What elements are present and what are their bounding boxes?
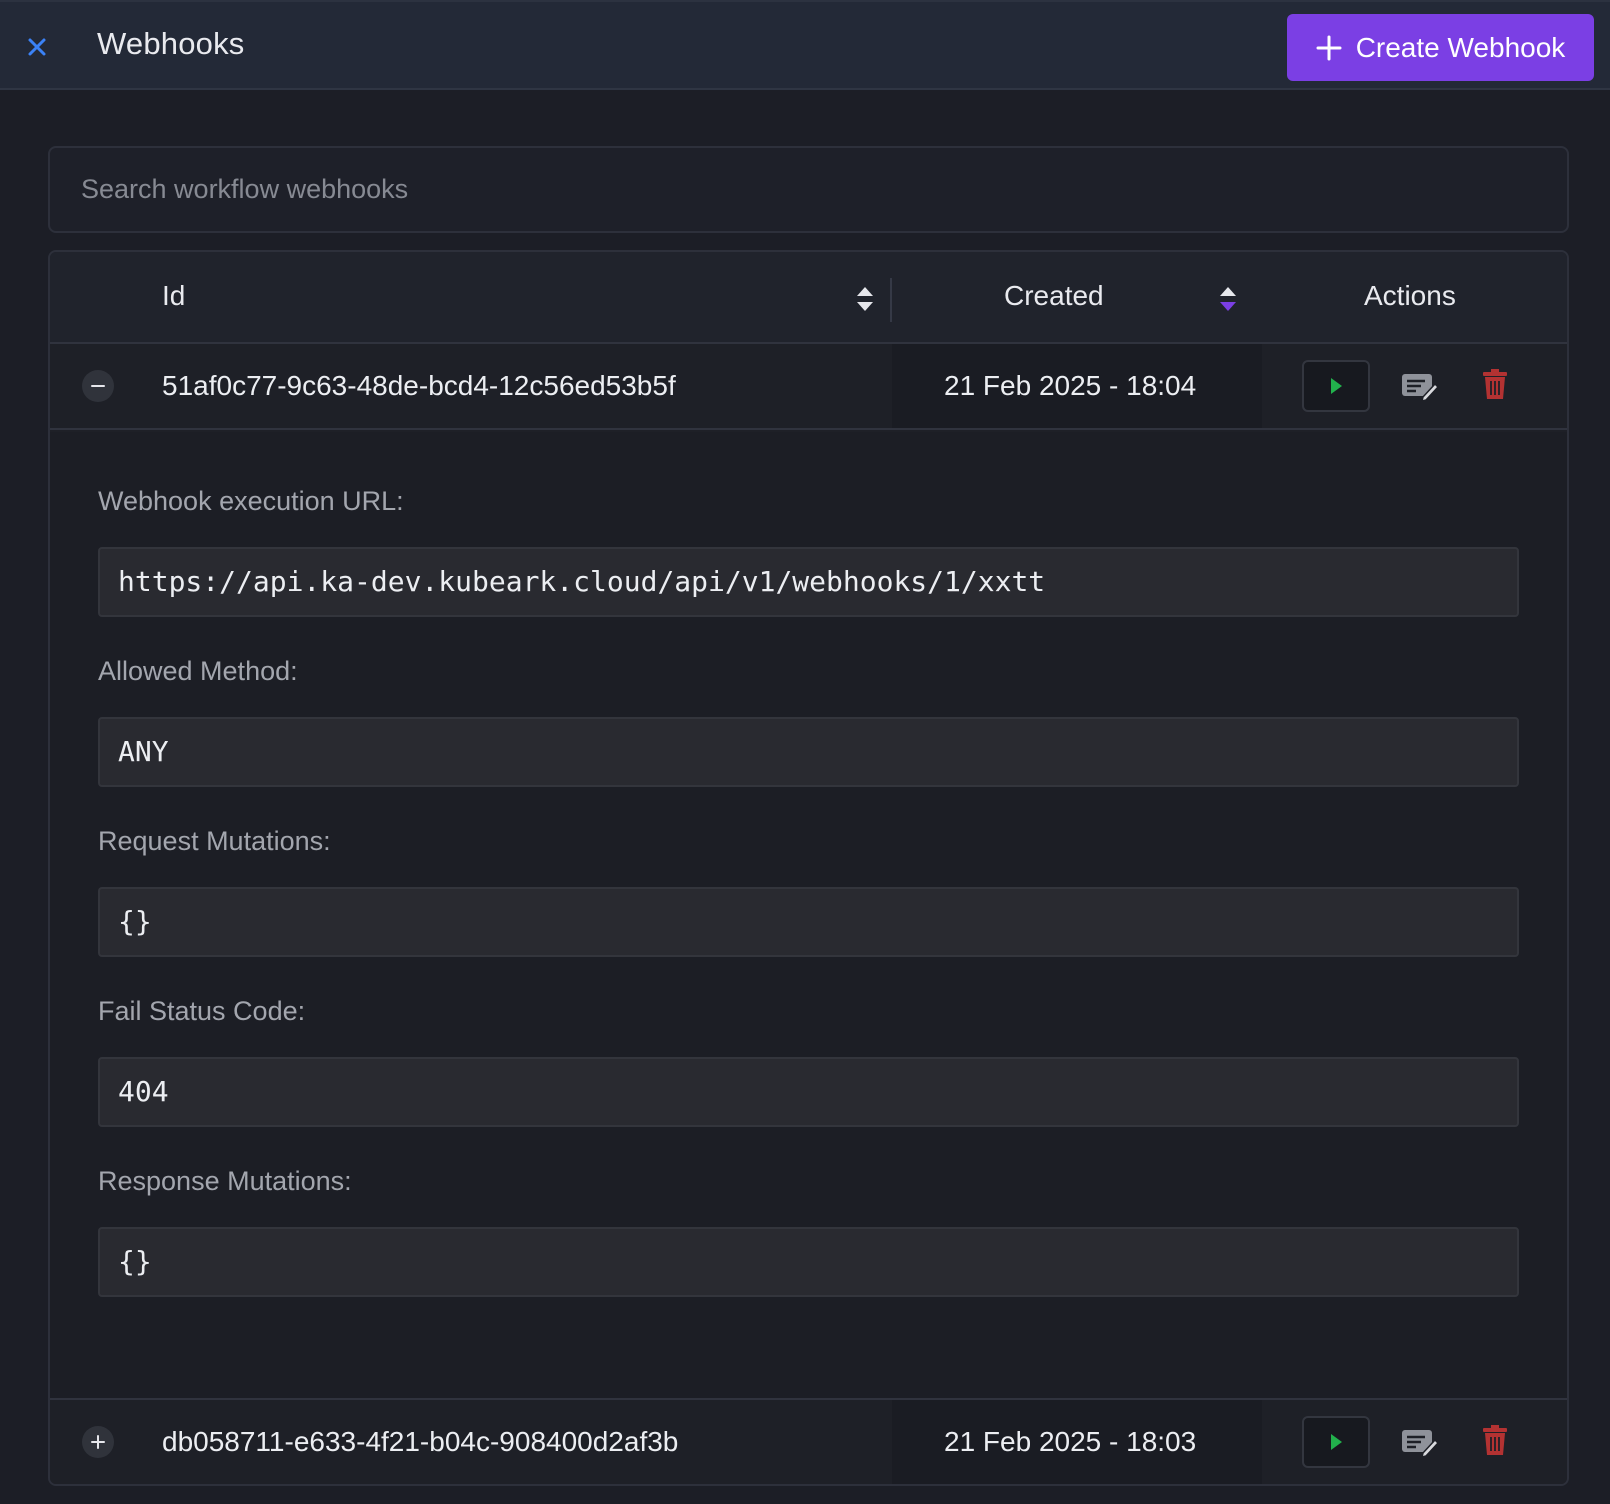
page-title: Webhooks <box>97 26 245 61</box>
request-mutations-label: Request Mutations: <box>98 826 331 856</box>
table-header: Id Created Actions <box>50 252 1567 344</box>
webhooks-table: Id Created Actions 51af0c77-9c63-48de-bc… <box>48 250 1569 1486</box>
webhook-id: 51af0c77-9c63-48de-bcd4-12c56ed53b5f <box>162 370 676 401</box>
request-mutations-field[interactable]: {} <box>98 887 1519 957</box>
edit-webhook-button[interactable] <box>1400 1424 1440 1460</box>
trash-icon <box>1483 369 1507 399</box>
column-header-created[interactable]: Created <box>1004 280 1104 312</box>
fail-status-field[interactable]: 404 <box>98 1057 1519 1127</box>
table-row: db058711-e633-4f21-b04c-908400d2af3b 21 … <box>50 1398 1567 1484</box>
plus-icon <box>1316 35 1342 60</box>
run-webhook-button[interactable] <box>1302 1416 1370 1468</box>
webhook-created: 21 Feb 2025 - 18:03 <box>944 1426 1197 1457</box>
column-divider <box>890 278 892 322</box>
response-mutations-field[interactable]: {} <box>98 1227 1519 1297</box>
request-mutations-value: {} <box>118 905 152 938</box>
column-header-id[interactable]: Id <box>162 280 185 312</box>
method-label: Allowed Method: <box>98 656 298 686</box>
close-icon <box>28 38 46 56</box>
trash-icon <box>1483 1425 1507 1455</box>
column-header-actions: Actions <box>1364 280 1456 311</box>
edit-icon <box>1402 1430 1439 1457</box>
search-box <box>48 146 1569 233</box>
method-value: ANY <box>118 735 169 768</box>
fail-status-label: Fail Status Code: <box>98 996 306 1026</box>
close-button[interactable] <box>22 32 52 62</box>
search-input[interactable] <box>50 148 1567 231</box>
fail-status-value: 404 <box>118 1075 169 1108</box>
run-webhook-button[interactable] <box>1302 360 1370 412</box>
response-mutations-value: {} <box>118 1245 152 1278</box>
method-field[interactable]: ANY <box>98 717 1519 787</box>
edit-icon <box>1402 374 1439 401</box>
create-webhook-label: Create Webhook <box>1355 31 1566 63</box>
sort-icon[interactable] <box>1218 284 1238 314</box>
expand-row-button[interactable] <box>82 1426 114 1458</box>
table-row: 51af0c77-9c63-48de-bcd4-12c56ed53b5f 21 … <box>50 344 1567 430</box>
collapse-row-button[interactable] <box>82 370 114 402</box>
play-icon <box>1331 378 1342 394</box>
webhook-details: Webhook execution URL: https://api.ka-de… <box>50 432 1567 1398</box>
minus-icon <box>91 385 105 387</box>
plus-icon <box>91 1435 105 1449</box>
edit-webhook-button[interactable] <box>1400 368 1440 404</box>
create-webhook-button[interactable]: Create Webhook <box>1287 14 1594 81</box>
delete-webhook-button[interactable] <box>1480 364 1510 404</box>
url-value: https://api.ka-dev.kubeark.cloud/api/v1/… <box>118 565 1046 598</box>
response-mutations-label: Response Mutations: <box>98 1166 352 1196</box>
webhook-created: 21 Feb 2025 - 18:04 <box>944 370 1197 401</box>
url-label: Webhook execution URL: <box>98 486 404 516</box>
sort-icon[interactable] <box>855 284 875 314</box>
delete-webhook-button[interactable] <box>1480 1420 1510 1460</box>
webhook-id: db058711-e633-4f21-b04c-908400d2af3b <box>162 1426 679 1457</box>
play-icon <box>1331 1434 1342 1450</box>
page-header: Webhooks Create Webhook <box>0 0 1610 90</box>
url-field[interactable]: https://api.ka-dev.kubeark.cloud/api/v1/… <box>98 547 1519 617</box>
